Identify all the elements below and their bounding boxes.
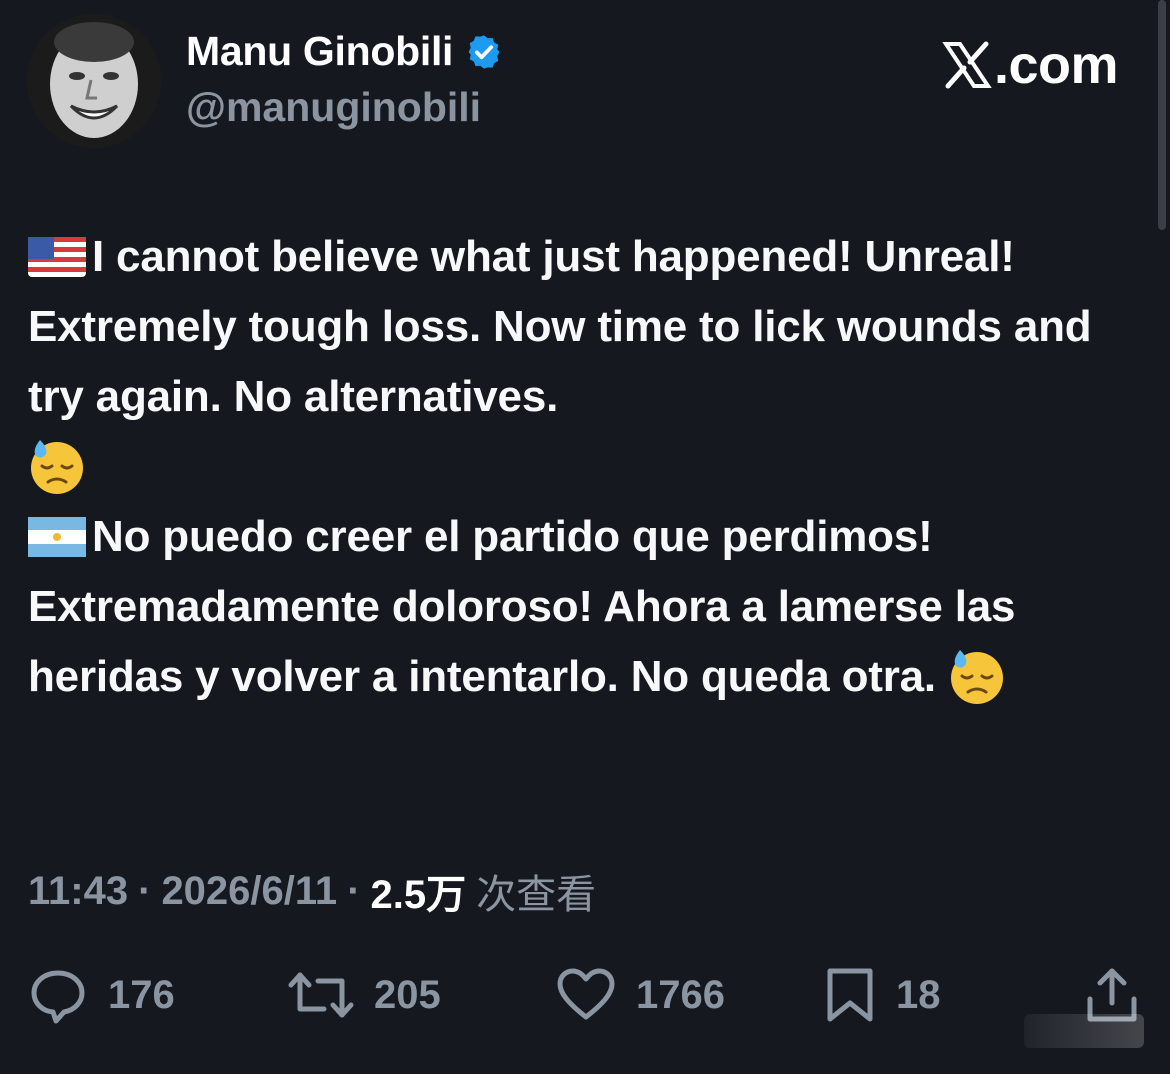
bookmark-icon: [827, 968, 873, 1022]
post-paragraph-english: I cannot believe what just happened! Unr…: [28, 222, 1138, 502]
post-time[interactable]: 11:43: [28, 869, 128, 914]
reply-icon: [31, 970, 85, 1024]
reply-button[interactable]: 176: [28, 960, 175, 1030]
post-paragraph-spanish: No puedo creer el partido que perdimos! …: [28, 502, 1138, 712]
us-flag-icon: [28, 237, 86, 277]
watermark-overlay: [1024, 1014, 1144, 1048]
author-name-text: Manu Ginobili: [186, 28, 454, 74]
bookmark-button[interactable]: 18: [824, 960, 941, 1030]
downcast-sweat-face-emoji: [31, 440, 83, 494]
post-date[interactable]: 2026/6/11: [161, 869, 337, 914]
post-meta: 11:43 · 2026/6/11 · 2.5万 次查看: [28, 862, 596, 920]
post-text: I cannot believe what just happened! Unr…: [28, 222, 1138, 712]
repost-count: 205: [374, 972, 441, 1017]
author-handle[interactable]: @manuginobili: [186, 84, 481, 131]
action-bar: 176 205 1766 18: [28, 960, 1142, 1030]
views-count[interactable]: 2.5万: [371, 862, 467, 920]
argentina-flag-icon: [28, 517, 86, 557]
meta-separator: ·: [347, 868, 361, 913]
verified-badge-icon: [468, 34, 500, 69]
heart-icon: [557, 968, 615, 1020]
x-logo-icon: [942, 41, 992, 89]
post-header: Manu Ginobili @manuginobili .com: [0, 0, 1170, 170]
views-label: 次查看: [476, 873, 597, 917]
reply-count: 176: [108, 972, 175, 1017]
avatar-photo-icon: [27, 14, 161, 148]
meta-separator: ·: [138, 868, 152, 913]
avatar[interactable]: [27, 14, 161, 148]
bookmark-count: 18: [896, 972, 941, 1017]
downcast-sweat-face-emoji: [950, 650, 1003, 704]
repost-button[interactable]: 205: [288, 960, 441, 1030]
like-button[interactable]: 1766: [556, 960, 725, 1030]
post-text-english: I cannot believe what just happened! Unr…: [28, 232, 1092, 421]
author-name[interactable]: Manu Ginobili: [186, 28, 503, 75]
like-count: 1766: [636, 972, 725, 1017]
scrollbar[interactable]: [1158, 0, 1166, 230]
post-text-spanish: No puedo creer el partido que perdimos! …: [28, 512, 1016, 701]
repost-icon: [288, 972, 354, 1018]
brand-text: .com: [993, 35, 1119, 95]
brand-watermark: .com: [942, 34, 1119, 96]
